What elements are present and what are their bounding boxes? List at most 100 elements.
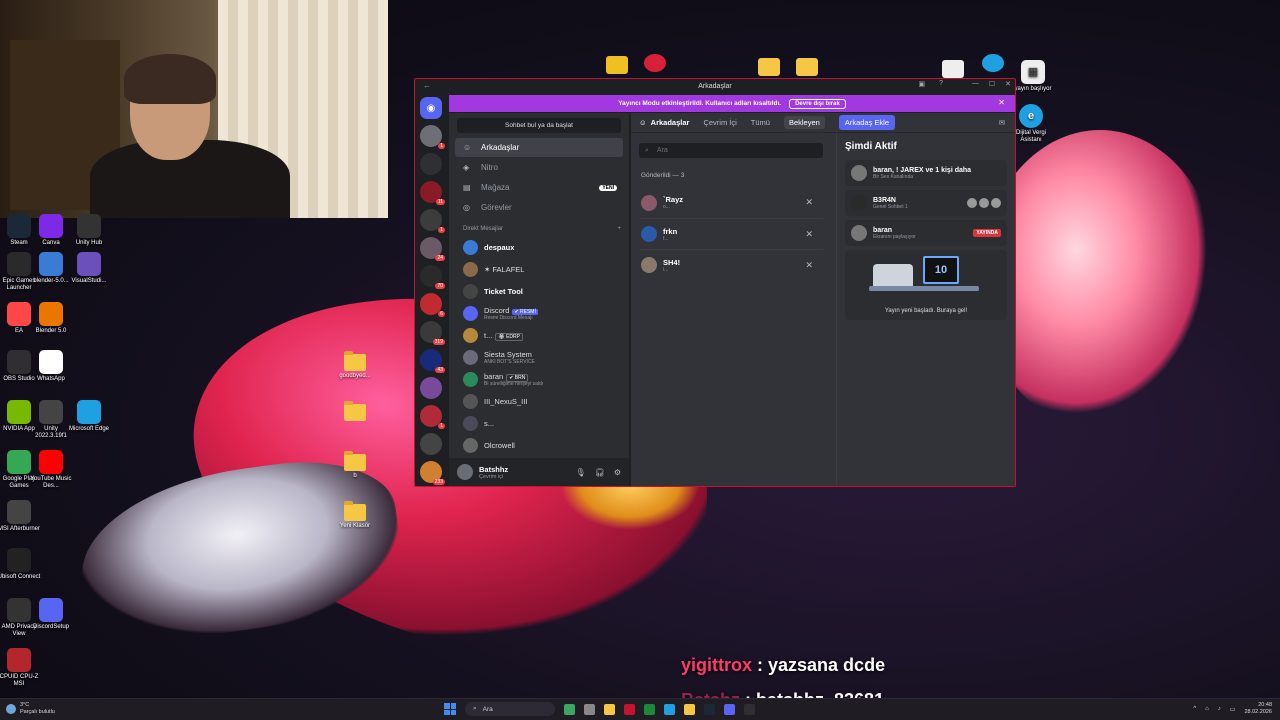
desktop-icon[interactable]: DiscordSetup: [28, 598, 74, 631]
weather-widget[interactable]: 3°C Parçalı bulutlu: [6, 702, 55, 716]
tab-online[interactable]: Çevrim İçi: [703, 118, 736, 127]
server-icon[interactable]: 233: [420, 461, 445, 485]
discord-icon[interactable]: [724, 703, 735, 715]
server-icon[interactable]: 1: [420, 209, 445, 233]
obs-icon[interactable]: [744, 703, 755, 715]
xbox-icon[interactable]: [644, 703, 655, 715]
disable-streamer-mode-button[interactable]: Devre dışı bırak: [789, 98, 846, 109]
screen-icon[interactable]: ▣: [918, 80, 925, 88]
edge-icon[interactable]: [664, 703, 675, 715]
dm-item[interactable]: Discord ✔ RESMİ Resmi Discord Mesajı: [455, 302, 623, 324]
desktop-icon[interactable]: Blender 5.0: [28, 302, 74, 335]
nav-shop[interactable]: ▤ Mağaza YENİ: [455, 178, 623, 197]
desktop-icon[interactable]: YouTube Music Des...: [28, 450, 74, 490]
server-icon[interactable]: 6: [420, 293, 445, 317]
cancel-request-icon[interactable]: ✕: [805, 197, 813, 208]
app-icon[interactable]: [564, 703, 575, 715]
active-card[interactable]: baran, ! JAREX ve 1 kişi daha Bir Ses Ka…: [845, 160, 1007, 186]
desktop-icon-right[interactable]: ▦ yayın başlıyor: [1010, 60, 1056, 93]
file-explorer-icon[interactable]: [604, 703, 615, 715]
desktop-icon[interactable]: CPUID CPU-Z MSI: [0, 648, 42, 688]
app-icon[interactable]: [644, 54, 666, 72]
close-icon[interactable]: ✕: [1005, 80, 1011, 88]
image-icon[interactable]: [942, 60, 964, 78]
add-dm-icon[interactable]: +: [617, 226, 621, 232]
dm-search-button[interactable]: Sohbet bul ya da başlat: [457, 118, 621, 133]
dm-item[interactable]: ✶ FALAFEL: [455, 258, 623, 280]
avatar[interactable]: [457, 464, 473, 480]
settings-icon[interactable]: ⚙: [614, 468, 621, 477]
server-icon[interactable]: [420, 377, 442, 399]
server-icon[interactable]: [420, 433, 442, 455]
inbox-icon[interactable]: ✉: [999, 118, 1005, 127]
desktop-folder[interactable]: b: [332, 451, 378, 480]
pending-request-row[interactable]: `Rayz o... ✕: [639, 187, 823, 218]
rockstar-icon[interactable]: [606, 56, 628, 74]
desktop-icon[interactable]: Microsoft Edge: [66, 400, 112, 433]
pending-request-row[interactable]: SH4! i... ✕: [639, 249, 823, 280]
dm-item[interactable]: Olcrowell: [455, 434, 623, 456]
maximize-icon[interactable]: ☐: [989, 80, 995, 88]
windows-start-icon[interactable]: [444, 703, 456, 715]
chevron-up-icon[interactable]: ^: [1193, 706, 1196, 712]
task-view-icon[interactable]: [584, 703, 595, 715]
nav-quests[interactable]: ◎ Görevler: [455, 198, 623, 217]
folder-icon[interactable]: [796, 58, 818, 76]
headphones-icon[interactable]: 🎧︎: [595, 468, 605, 477]
add-friend-button[interactable]: Arkadaş Ekle: [838, 115, 896, 130]
dm-item[interactable]: III_NexuS_III: [455, 390, 623, 412]
server-icon[interactable]: 1: [420, 125, 445, 149]
desktop-icon[interactable]: Unity Hub: [66, 214, 112, 247]
server-icon[interactable]: 70: [420, 265, 445, 289]
server-icon[interactable]: [420, 153, 442, 175]
friends-search-input[interactable]: ⌕ Ara: [639, 143, 823, 158]
active-card[interactable]: baran Ekranını paylaşıyor YAYINDA: [845, 220, 1007, 246]
desktop-icon[interactable]: VisualStudi...: [66, 252, 112, 285]
desktop-icon[interactable]: MSI Afterburner: [0, 500, 42, 533]
dm-item[interactable]: t... 🏵 EDRP: [455, 324, 623, 346]
desktop-icon[interactable]: Ubisoft Connect: [0, 548, 42, 581]
desktop-icon[interactable]: WhatsApp: [28, 350, 74, 383]
pending-request-row[interactable]: frkn f... ✕: [639, 218, 823, 249]
dm-item[interactable]: Ticket Tool: [455, 280, 623, 302]
dm-item[interactable]: despaux: [455, 236, 623, 258]
server-icon[interactable]: 319: [420, 321, 445, 345]
desktop-folder[interactable]: Yeni Klasör: [332, 501, 378, 530]
edge-icon[interactable]: [982, 54, 1004, 72]
desktop-folder[interactable]: goodbyed...: [332, 351, 378, 380]
close-banner-icon[interactable]: ✕: [998, 98, 1005, 107]
dm-item[interactable]: baran ✔ BRN Bi sürelliğime herşeyi saldı: [455, 368, 623, 390]
help-icon[interactable]: ?: [939, 80, 943, 88]
dm-name-text: Siesta System: [484, 349, 532, 359]
tab-pending[interactable]: Bekleyen: [783, 116, 825, 129]
tab-all[interactable]: Tümü: [751, 118, 770, 127]
active-card[interactable]: B3R4N Genel Sohbet 1: [845, 190, 1007, 216]
taskbar-search[interactable]: ⌕ Ara: [465, 702, 555, 716]
cancel-request-icon[interactable]: ✕: [805, 229, 813, 240]
desktop-folder[interactable]: [332, 401, 378, 423]
server-icon[interactable]: 24: [420, 237, 445, 261]
steam-icon[interactable]: [704, 703, 715, 715]
back-arrow-icon[interactable]: ←: [423, 81, 431, 90]
nav-nitro[interactable]: ◈ Nitro: [455, 158, 623, 177]
cancel-request-icon[interactable]: ✕: [805, 260, 813, 271]
server-icon[interactable]: 43: [420, 349, 445, 373]
dm-item[interactable]: s...: [455, 412, 623, 434]
discord-home-icon[interactable]: ◉: [420, 97, 442, 119]
clock-time: 20:48: [1258, 702, 1272, 708]
battery-icon[interactable]: ▭: [1230, 706, 1236, 713]
minimize-icon[interactable]: —: [972, 80, 979, 88]
clock[interactable]: 20:48 28.02.2026: [1244, 702, 1272, 716]
dm-name-text: despaux: [484, 242, 515, 252]
server-icon[interactable]: 1: [420, 405, 445, 429]
folder-icon[interactable]: [684, 703, 695, 715]
network-icon[interactable]: ⌂: [1205, 706, 1209, 712]
stream-preview[interactable]: 10 Yayın yeni başladı. Buraya gel!: [845, 250, 1007, 320]
dm-item[interactable]: Siesta System ANKI BOT'S SERVICE: [455, 346, 623, 368]
folder-icon[interactable]: [758, 58, 780, 76]
microphone-icon[interactable]: 🎙︎: [576, 468, 586, 477]
nav-friends[interactable]: ☺ Arkadaşlar: [455, 138, 623, 157]
server-icon[interactable]: 11: [420, 181, 445, 205]
app-icon[interactable]: [624, 703, 635, 715]
volume-icon[interactable]: ♪: [1218, 706, 1221, 712]
